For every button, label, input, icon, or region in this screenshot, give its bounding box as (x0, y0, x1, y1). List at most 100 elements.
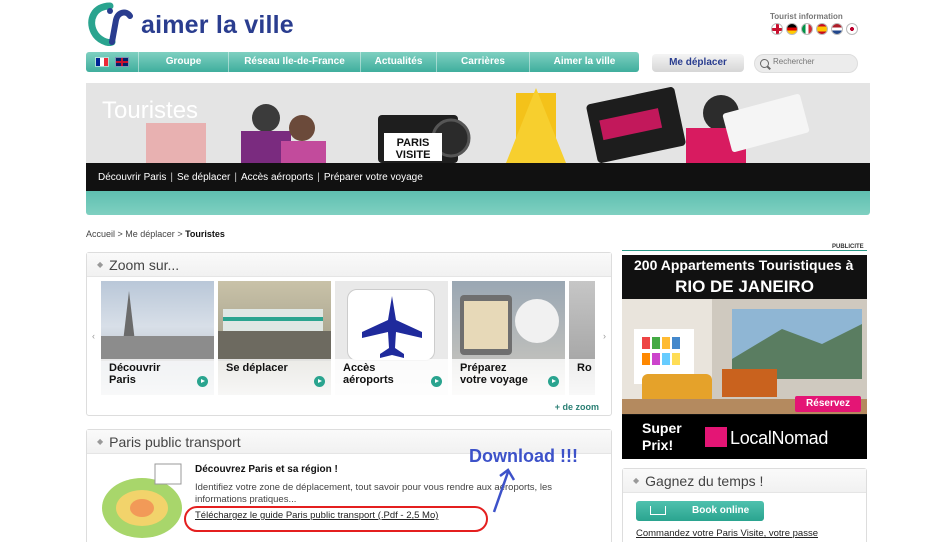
gagnez-panel-title: Gagnez du temps ! (645, 472, 764, 489)
breadcrumb: Accueil > Me déplacer > Touristes (86, 229, 225, 239)
search-icon[interactable] (760, 59, 769, 68)
arrow-right-icon[interactable] (431, 376, 442, 387)
advertisement[interactable]: 200 Appartements Touristiques à RIO DE J… (622, 255, 867, 459)
french-flag-icon[interactable] (95, 57, 109, 67)
banner-bottom-band (86, 191, 870, 215)
japanese-flag-icon[interactable] (846, 23, 858, 35)
italian-flag-icon[interactable] (801, 23, 813, 35)
map-reading-image (460, 295, 559, 355)
language-flags (771, 23, 858, 35)
airport-sign (347, 289, 435, 361)
search-box (754, 54, 858, 73)
banner-submenu: Découvrir Paris | Se déplacer | Accès aéro… (86, 163, 870, 191)
panel-bullet-icon: ◆ (97, 437, 104, 446)
logo-text: aimer la ville (141, 11, 294, 39)
nav-groupe[interactable]: Groupe (138, 52, 228, 72)
publicite-divider (622, 250, 867, 251)
tile-caption: Ro (569, 359, 595, 395)
plus-de-zoom-link[interactable]: + de zoom (555, 402, 599, 412)
banner-title: Touristes (102, 97, 199, 124)
ad-super: Super (642, 420, 682, 436)
submenu-acces-aeroports[interactable]: Accès aéroports (241, 172, 313, 183)
book-online-label: Book online (692, 505, 750, 516)
zoom-tile-acces-aeroports[interactable]: Accès aéroports (335, 281, 448, 395)
tourist-info-label: Tourist information (770, 12, 843, 21)
breadcrumb-current: Touristes (185, 229, 225, 239)
reservez-button[interactable]: Réservez (795, 396, 861, 412)
main-nav: Groupe Réseau Ile-de-France Actualités C… (86, 52, 639, 72)
english-flag-icon[interactable] (771, 23, 783, 35)
tile-title-line2: votre voyage (460, 374, 528, 386)
tile-caption: Se déplacer (218, 359, 331, 395)
tile-title-line1: Accès (343, 362, 376, 374)
dutch-flag-icon[interactable] (831, 23, 843, 35)
ad-prix: Prix! (642, 437, 674, 453)
metro-train-image (218, 309, 331, 361)
download-annotation: Download !!! (469, 446, 578, 466)
book-online-button[interactable]: Book online (636, 501, 764, 521)
search-input[interactable] (773, 57, 853, 66)
zoom-tile-preparez-voyage[interactable]: Préparez votre voyage (452, 281, 565, 395)
nav-carrieres[interactable]: Carrières (436, 52, 529, 72)
ad-super-prix: Super Prix! (642, 420, 682, 454)
zoom-tile-se-deplacer[interactable]: Se déplacer (218, 281, 331, 395)
submenu-se-deplacer[interactable]: Se déplacer (177, 172, 230, 183)
carousel-next-icon[interactable]: › (603, 331, 606, 341)
banner-paris-visite-text: PARIS (397, 137, 430, 149)
submenu-preparer-voyage[interactable]: Préparer votre voyage (324, 172, 423, 183)
annotation-arrow-icon (492, 468, 516, 513)
localnomad-logo-icon (705, 427, 727, 447)
arrow-right-icon[interactable] (548, 376, 559, 387)
commandez-link[interactable]: Commandez votre Paris Visite, votre pass… (636, 528, 818, 539)
zoom-tile-decouvrir-paris[interactable]: Découvrir Paris (101, 281, 214, 395)
ad-line1: 200 Appartements Touristiques à (634, 257, 854, 273)
arrow-right-icon[interactable] (314, 376, 325, 387)
ad-line2: RIO DE JANEIRO (675, 277, 814, 296)
panel-bullet-icon: ◆ (97, 260, 104, 269)
highlight-oval (184, 506, 488, 532)
tile-title-line1: Découvrir (109, 362, 161, 374)
breadcrumb-me-deplacer[interactable]: Me déplacer (125, 229, 175, 239)
nav-actualites[interactable]: Actualités (360, 52, 436, 72)
tile-title-line1: Ro (577, 362, 592, 374)
tile-caption: Découvrir Paris (101, 359, 214, 395)
arrow-right-icon[interactable] (197, 376, 208, 387)
me-deplacer-button[interactable]: Me déplacer (652, 54, 744, 72)
site-logo[interactable]: aimer la ville (86, 2, 306, 46)
nav-reseau-ile-de-france[interactable]: Réseau Ile-de-France (228, 52, 360, 72)
zoom-panel-title: Zoom sur... (109, 256, 180, 273)
ad-footer: Super Prix! LocalNomad (622, 415, 867, 459)
airplane-icon (362, 296, 422, 358)
nav-language-flags (86, 57, 138, 67)
submenu-separator: | (317, 171, 320, 183)
zoom-panel: ◆ Zoom sur... ‹ › Découvrir Paris Se dép… (86, 252, 612, 416)
tile-caption: Préparez votre voyage (452, 359, 565, 395)
submenu-decouvrir-paris[interactable]: Découvrir Paris (98, 172, 166, 183)
transport-heading: Découvrez Paris et sa région ! (195, 464, 338, 475)
shopping-cart-icon (650, 506, 666, 515)
carousel-prev-icon[interactable]: ‹ (92, 331, 95, 341)
panel-bullet-icon: ◆ (633, 476, 640, 485)
eiffel-tower-image (101, 291, 214, 361)
tile-title-line1: Se déplacer (226, 362, 288, 374)
tile-title-line2: aéroports (343, 374, 394, 386)
tile-title-line1: Préparez (460, 362, 507, 374)
tile-caption: Accès aéroports (335, 359, 448, 395)
zoom-panel-header: ◆ Zoom sur... (87, 253, 611, 277)
zoom-tile-partial[interactable]: Ro (569, 281, 595, 395)
transport-panel-title: Paris public transport (109, 433, 241, 450)
banner-paris-visite-text2: VISITE (396, 149, 431, 161)
spanish-flag-icon[interactable] (816, 23, 828, 35)
nav-aimer-la-ville[interactable]: Aimer la ville (529, 52, 639, 72)
ad-brand: LocalNomad (730, 428, 829, 448)
transport-description: Identifiez votre zone de déplacement, to… (195, 482, 552, 505)
logo-mark-icon (88, 2, 133, 46)
submenu-separator: | (170, 171, 173, 183)
banner-illustration: PARIS VISITE (86, 83, 870, 163)
uk-flag-icon[interactable] (115, 57, 129, 67)
tile-title-line2: Paris (109, 374, 136, 386)
german-flag-icon[interactable] (786, 23, 798, 35)
hero-banner: PARIS VISITE Touristes (86, 83, 870, 163)
gagnez-panel-header: ◆ Gagnez du temps ! (623, 469, 866, 493)
breadcrumb-accueil[interactable]: Accueil (86, 229, 115, 239)
